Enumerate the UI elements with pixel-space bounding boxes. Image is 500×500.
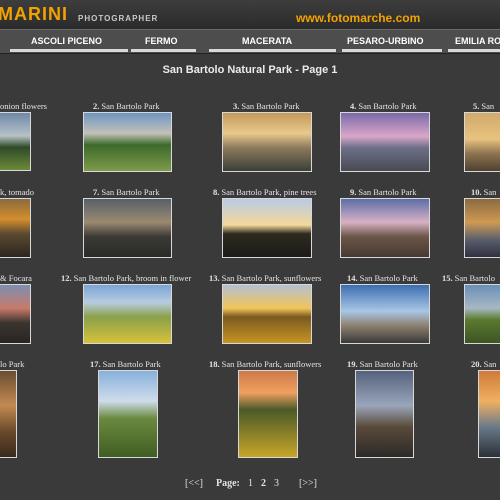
nav-divider xyxy=(131,49,196,52)
photo-caption: 10. San xyxy=(471,187,497,197)
nav-fermo[interactable]: FERMO xyxy=(145,36,178,46)
photo-caption: 13. San Bartolo Park, sunflowers xyxy=(209,273,322,283)
nav-divider xyxy=(209,49,336,52)
pager-label: Page: xyxy=(216,478,240,489)
nav-divider xyxy=(342,49,442,52)
brand-logo[interactable]: MARINI xyxy=(0,4,68,25)
photo-caption: 18. San Bartolo Park, sunflowers xyxy=(209,359,322,369)
photo-thumbnail-19[interactable] xyxy=(355,370,414,458)
photo-thumbnail-18[interactable] xyxy=(238,370,298,458)
photo-thumbnail-6[interactable] xyxy=(0,198,31,258)
photo-thumbnail-4[interactable] xyxy=(340,112,430,172)
photo-caption: 17. San Bartolo Park xyxy=(90,359,161,369)
photo-caption: & Focara xyxy=(0,273,32,283)
photo-thumbnail-13[interactable] xyxy=(222,284,312,344)
pager-prev-button[interactable]: [<<] xyxy=(185,478,203,489)
photo-caption: 14. San Bartolo Park xyxy=(347,273,418,283)
nav-emilia-romagna[interactable]: EMILIA RO xyxy=(455,36,500,46)
nav-pesaro-urbino[interactable]: PESARO-URBINO xyxy=(347,36,424,46)
nav-ascoli-piceno[interactable]: ASCOLI PICENO xyxy=(31,36,102,46)
photo-thumbnail-12[interactable] xyxy=(83,284,172,344)
photo-caption: 3. San Bartolo Park xyxy=(233,101,300,111)
nav-divider xyxy=(10,49,128,52)
site-url[interactable]: www.fotomarche.com xyxy=(296,11,420,25)
photo-thumbnail-5[interactable] xyxy=(464,112,500,172)
photo-caption: 9. San Bartolo Park xyxy=(350,187,417,197)
pager-page-3[interactable]: 3 xyxy=(274,478,279,489)
photo-caption: 4. San Bartolo Park xyxy=(350,101,417,111)
photo-thumbnail-16[interactable] xyxy=(0,370,17,458)
brand-subtitle: PHOTOGRAPHER xyxy=(78,14,159,23)
photo-caption: 7. San Bartolo Park xyxy=(93,187,160,197)
photo-thumbnail-20[interactable] xyxy=(478,370,500,458)
pager-page-1[interactable]: 1 xyxy=(248,478,253,489)
photo-caption: 12. San Bartolo Park, broom in flower xyxy=(61,273,192,283)
photo-caption: 8. San Bartolo Park, pine trees xyxy=(213,187,317,197)
photo-caption: lo Park xyxy=(0,359,25,369)
photo-thumbnail-1[interactable] xyxy=(0,112,31,171)
photo-thumbnail-8[interactable] xyxy=(222,198,312,258)
photo-caption: onion flowers xyxy=(0,101,47,111)
photo-thumbnail-17[interactable] xyxy=(98,370,158,458)
photo-caption: 15. San Bartolo xyxy=(442,273,495,283)
photo-thumbnail-11[interactable] xyxy=(0,284,31,344)
photo-caption: 19. San Bartolo Park xyxy=(347,359,418,369)
photo-caption: k, tomado xyxy=(0,187,34,197)
nav-divider xyxy=(448,49,500,52)
photo-caption: 2. San Bartolo Park xyxy=(93,101,160,111)
photo-thumbnail-2[interactable] xyxy=(83,112,172,172)
photo-thumbnail-9[interactable] xyxy=(340,198,430,258)
nav-macerata[interactable]: MACERATA xyxy=(242,36,292,46)
photo-thumbnail-14[interactable] xyxy=(340,284,430,344)
photo-thumbnail-15[interactable] xyxy=(464,284,500,344)
page-title: San Bartolo Natural Park - Page 1 xyxy=(162,64,338,76)
photo-thumbnail-10[interactable] xyxy=(464,198,500,258)
photo-thumbnail-7[interactable] xyxy=(83,198,172,258)
photo-thumbnail-3[interactable] xyxy=(222,112,312,172)
site-header: MARINI PHOTOGRAPHER www.fotomarche.com xyxy=(0,0,500,29)
photo-caption: 5. San xyxy=(473,101,495,111)
pager-page-2[interactable]: 2 xyxy=(261,478,266,489)
photo-caption: 20. San xyxy=(471,359,497,369)
pager-next-button[interactable]: [>>] xyxy=(299,478,317,489)
